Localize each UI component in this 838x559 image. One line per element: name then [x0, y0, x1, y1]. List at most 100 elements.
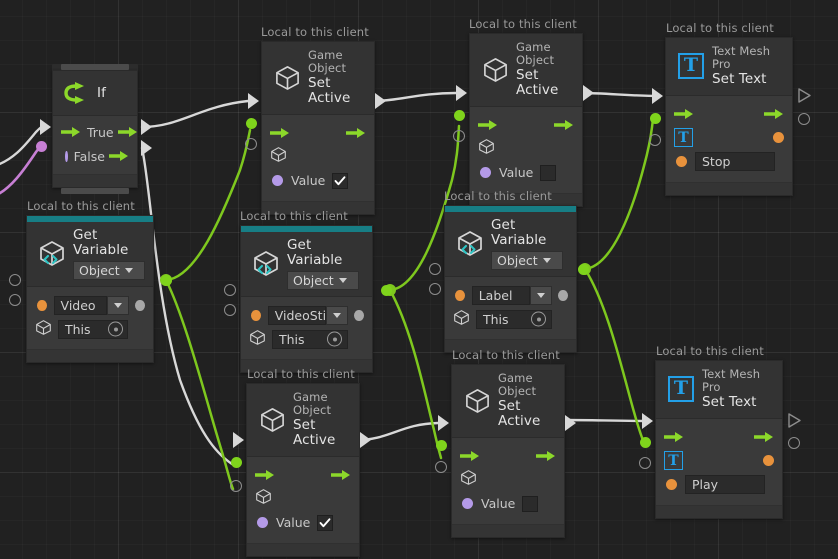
if-true-out-port[interactable] [141, 119, 152, 135]
text-input[interactable]: Stop [695, 152, 775, 172]
get-variable-label[interactable]: Get Variable Object Label This [444, 205, 577, 354]
if-node[interactable]: If True False [52, 64, 138, 194]
object-picker-icon[interactable] [327, 331, 342, 347]
flow-out-arrow-icon[interactable] [754, 431, 774, 443]
go2-control-in-port[interactable] [456, 85, 467, 101]
go2-control-out-port[interactable] [583, 85, 594, 101]
go1-target-in-port[interactable] [246, 118, 257, 129]
variable-name-in-dot[interactable] [455, 289, 465, 301]
tmp1-value-out-port[interactable] [798, 113, 810, 125]
go2-value-in-port[interactable] [453, 130, 465, 142]
true-out-arrow-icon[interactable] [117, 126, 138, 138]
variable-kind-dropdown[interactable]: Object [73, 261, 145, 281]
variable-name-in-dot[interactable] [251, 309, 261, 321]
go3-control-in-port[interactable] [233, 432, 244, 448]
get-variable-videostill[interactable]: Get Variable Object VideoStill [240, 225, 373, 374]
text-input[interactable]: Play [685, 475, 765, 495]
tmp2-control-out-port[interactable] [788, 413, 801, 428]
tmp2-control-in-port[interactable] [642, 413, 653, 429]
go1-control-in-port[interactable] [248, 93, 259, 109]
false-out-arrow-icon[interactable] [109, 150, 129, 162]
getvar-videostill-source-in-port[interactable] [224, 304, 236, 316]
go1-control-out-port[interactable] [375, 93, 386, 109]
value-checkbox[interactable] [332, 172, 349, 189]
variable-name-in-dot[interactable] [37, 299, 47, 311]
get-variable-video[interactable]: Get Variable Object Video This [26, 215, 154, 364]
gameobject-set-active-2[interactable]: Game Object Set Active Value [469, 33, 583, 207]
go4-value-in-port[interactable] [435, 461, 447, 473]
object-picker-icon[interactable] [108, 321, 123, 337]
node-grip-bottom[interactable] [61, 188, 129, 194]
getvar-video-name-in-port[interactable] [9, 274, 21, 286]
flow-out-arrow-icon[interactable] [554, 119, 574, 131]
flow-in-arrow-icon[interactable] [270, 127, 290, 139]
variable-kind-dropdown[interactable]: Object [287, 271, 359, 291]
variable-value-out-dot[interactable] [558, 289, 568, 301]
value-bool-dot-icon[interactable] [272, 175, 283, 187]
flow-in-arrow-icon[interactable] [674, 108, 694, 120]
flow-in-arrow-icon[interactable] [664, 431, 684, 443]
variable-kind-dropdown[interactable]: Object [491, 251, 563, 271]
variable-name-dropdown-button[interactable] [529, 285, 553, 305]
tmp2-target-in-port[interactable] [640, 437, 651, 448]
getvar-video-source-in-port[interactable] [9, 294, 21, 306]
tmp1-target-in-port[interactable] [650, 113, 661, 124]
variable-name-input[interactable]: Label [471, 285, 530, 305]
getvar-videostill-name-in-port[interactable] [224, 284, 236, 296]
gameobject-set-active-4[interactable]: Game Object Set Active Value [451, 364, 565, 538]
go4-control-out-port[interactable] [565, 415, 576, 431]
value-checkbox[interactable] [317, 514, 334, 531]
flow-out-arrow-icon[interactable] [346, 127, 366, 139]
if-control-in-port[interactable] [40, 119, 51, 135]
tmp2-value-out-port[interactable] [788, 437, 800, 449]
go3-target-in-port[interactable] [231, 457, 242, 468]
variable-value-out-dot[interactable] [135, 299, 145, 311]
object-picker-icon[interactable] [531, 311, 546, 327]
tmp2-text-in-port[interactable] [639, 457, 651, 469]
text-in-dot-icon[interactable] [666, 479, 677, 491]
variable-name-input[interactable]: Video [53, 295, 108, 315]
getvar-label-out-port[interactable] [578, 264, 589, 275]
gameobject-set-active-1[interactable]: Game Object Set Active Value [261, 41, 375, 215]
text-in-dot-icon[interactable] [676, 156, 687, 168]
getvar-video-out-port[interactable] [161, 275, 172, 286]
value-bool-dot-icon[interactable] [462, 498, 473, 510]
getvar-label-name-in-port[interactable] [429, 263, 441, 275]
flow-in-arrow-icon[interactable] [460, 450, 480, 462]
go4-target-in-port[interactable] [436, 440, 447, 451]
visual-scripting-canvas[interactable]: If True False Local to this client Game … [0, 0, 838, 559]
flow-out-arrow-icon[interactable] [331, 469, 351, 481]
flow-in-arrow-icon[interactable] [255, 469, 275, 481]
textmeshpro-set-text-1[interactable]: T Text Mesh Pro Set Text T Stop [665, 37, 793, 196]
tmp-value-out-dot[interactable] [773, 132, 784, 144]
flow-out-arrow-icon[interactable] [764, 108, 784, 120]
variable-name-dropdown-button[interactable] [325, 305, 349, 325]
go3-control-out-port[interactable] [360, 432, 371, 448]
go2-target-in-port[interactable] [454, 110, 465, 121]
textmeshpro-set-text-2[interactable]: T Text Mesh Pro Set Text T Play [655, 360, 783, 519]
tmp1-control-in-port[interactable] [652, 88, 663, 104]
false-bool-dot-icon[interactable] [65, 150, 68, 162]
go1-value-in-port[interactable] [245, 138, 257, 150]
getvar-label-source-in-port[interactable] [429, 283, 441, 295]
flow-out-arrow-icon[interactable] [536, 450, 556, 462]
gameobject-set-active-3[interactable]: Game Object Set Active Value [246, 383, 360, 557]
if-false-out-port[interactable] [141, 140, 152, 156]
go3-value-in-port[interactable] [230, 480, 242, 492]
value-bool-dot-icon[interactable] [257, 517, 268, 529]
node-grip-top[interactable] [61, 64, 129, 70]
value-bool-dot-icon[interactable] [480, 167, 491, 179]
tmp-value-out-dot[interactable] [763, 455, 774, 467]
node-footer [247, 542, 359, 556]
tmp1-text-in-port[interactable] [649, 134, 661, 146]
tmp1-control-out-port[interactable] [798, 88, 811, 103]
variable-name-dropdown-button[interactable] [107, 295, 130, 315]
getvar-videostill-out-port[interactable] [381, 285, 392, 296]
go4-control-in-port[interactable] [438, 415, 449, 431]
variable-value-out-dot[interactable] [354, 309, 364, 321]
variable-name-input[interactable]: VideoStill [267, 305, 326, 325]
value-checkbox[interactable] [522, 495, 539, 512]
flow-in-arrow-icon[interactable] [478, 119, 498, 131]
if-condition-in-port[interactable] [36, 141, 47, 152]
value-checkbox[interactable] [540, 164, 557, 181]
